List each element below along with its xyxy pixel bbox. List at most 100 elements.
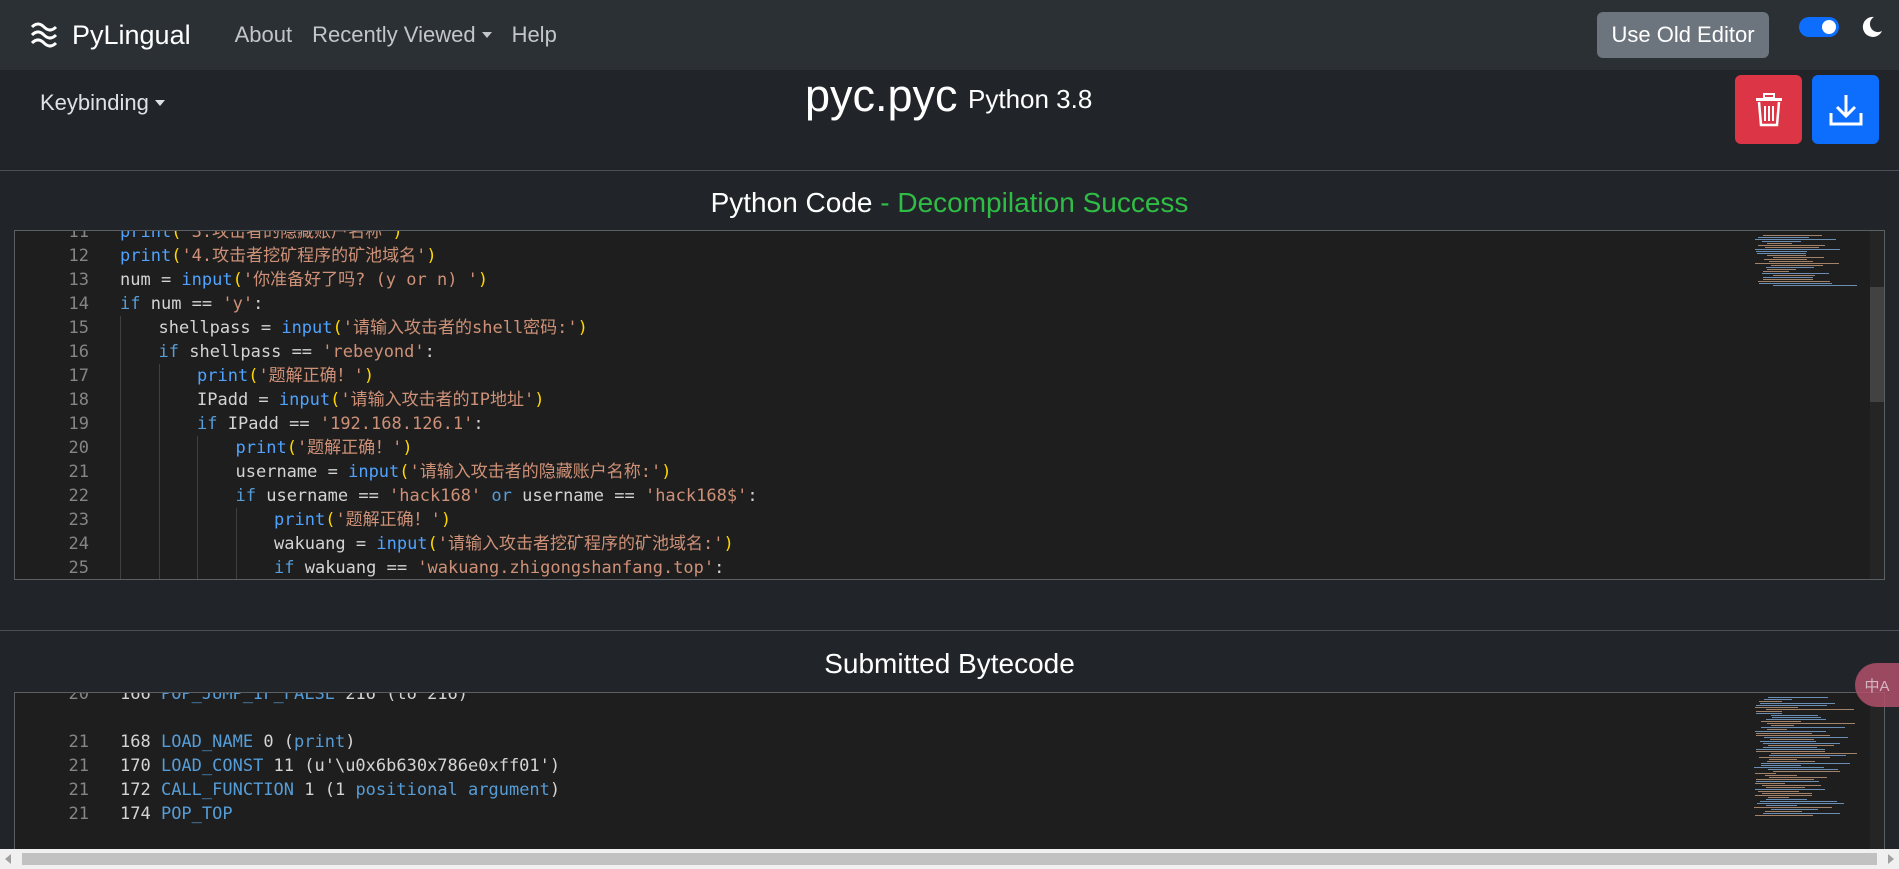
minimap-line	[1756, 781, 1819, 782]
minimap-line	[1767, 729, 1787, 730]
bytecode-vertical-scrollbar[interactable]	[1870, 693, 1884, 849]
python-code-editor[interactable]: 11 print('3.攻击者的隐藏账户名称') 12 print('4.攻击者挖矿程…	[14, 230, 1885, 580]
minimap-line	[1766, 799, 1807, 800]
minimap-line	[1762, 241, 1801, 242]
dark-mode-toggle[interactable]	[1799, 17, 1839, 37]
minimap-line	[1755, 783, 1785, 784]
minimap-line	[1758, 245, 1825, 246]
minimap-line	[1755, 263, 1839, 264]
code-text: if num == 'y':	[120, 292, 263, 316]
minimap-line	[1764, 259, 1807, 260]
keybinding-dropdown[interactable]: Keybinding	[40, 90, 165, 116]
indent-guide	[197, 532, 198, 556]
code-token: )	[577, 318, 588, 338]
page-scroll-thumb[interactable]	[22, 853, 1877, 865]
minimap-line	[1773, 771, 1840, 772]
minimap-line	[1755, 731, 1826, 732]
use-old-editor-button[interactable]: Use Old Editor	[1597, 12, 1769, 58]
code-token: (	[286, 438, 297, 458]
line-number: 15	[68, 318, 89, 338]
line-number: 20	[68, 692, 89, 704]
minimap-line	[1755, 789, 1825, 790]
download-icon	[1829, 94, 1862, 125]
minimap-line	[1762, 785, 1821, 786]
page-horizontal-scrollbar[interactable]	[0, 849, 1899, 869]
code-line: 19 if IPadd == '192.168.126.1':	[15, 412, 1735, 436]
code-token: if	[158, 342, 179, 362]
minimap-line	[1758, 237, 1809, 238]
code-text: 168 LOAD_NAME 0 (print)	[120, 730, 355, 754]
code-token: )	[723, 534, 734, 554]
code-line: 17 print('题解正确！')	[15, 364, 1735, 388]
code-text: 166 POP_JUMP_IF_FALSE 216 (to 216)	[120, 692, 468, 706]
scroll-right-arrow-icon[interactable]	[1888, 854, 1894, 864]
brand-link[interactable]: PyLingual	[26, 17, 191, 53]
code-text: shellpass = input('请输入攻击者的shell密码:')	[159, 316, 588, 340]
minimap-line	[1765, 775, 1797, 776]
delete-button[interactable]	[1735, 75, 1802, 144]
indent-guide	[235, 508, 237, 532]
bytecode-minimap[interactable]	[1750, 693, 1860, 849]
scroll-left-arrow-icon[interactable]	[5, 854, 11, 864]
code-token: POP_JUMP_IF_FALSE	[160, 692, 335, 704]
indent-guide	[197, 436, 198, 460]
code-line: 20 166 POP_JUMP_IF_FALSE 216 (to 216)	[15, 692, 1735, 706]
file-name: pyc.pyc	[805, 70, 958, 121]
code-line: 24 wakuang = input('请输入攻击者挖矿程序的矿池域名:')	[15, 532, 1735, 556]
code-token: if	[235, 486, 256, 506]
line-number: 11	[68, 230, 89, 242]
minimap-line	[1769, 759, 1797, 760]
minimap-line	[1756, 735, 1830, 736]
minimap-line	[1761, 763, 1850, 764]
minimap-line	[1763, 743, 1840, 744]
minimap-line	[1755, 239, 1836, 240]
code-token: )	[345, 732, 356, 752]
line-number: 13	[68, 270, 89, 290]
code-token: or	[481, 486, 512, 506]
code-token: )	[549, 780, 561, 800]
nav-recently-viewed[interactable]: Recently Viewed	[312, 22, 492, 48]
indent-guide	[120, 388, 121, 412]
nav-help[interactable]: Help	[512, 22, 557, 48]
code-line: 23 print('题解正确！')	[15, 508, 1735, 532]
indent-guide	[120, 508, 121, 532]
minimap-line	[1754, 807, 1832, 808]
code-line: 14 if num == 'y':	[15, 292, 1735, 316]
minimap-line	[1757, 803, 1844, 804]
code-text: wakuang = input('请输入攻击者挖矿程序的矿池域名:')	[274, 532, 734, 556]
minimap-line	[1755, 795, 1812, 796]
minimap-line	[1767, 269, 1796, 270]
nav-help-label: Help	[511, 22, 557, 47]
minimap-line	[1763, 277, 1813, 278]
line-number: 20	[68, 438, 89, 458]
minimap-line	[1766, 805, 1797, 806]
code-token: input	[348, 462, 400, 482]
minimap-line	[1773, 285, 1857, 286]
code-token: '192.168.126.1'	[319, 414, 474, 434]
code-token: wakuang ==	[294, 558, 418, 578]
bytecode-editor[interactable]: 20 166 POP_JUMP_IF_FALSE 216 (to 216) 21 16…	[14, 692, 1885, 849]
translate-icon[interactable]: 中A	[1855, 663, 1899, 707]
code-token: print	[294, 732, 346, 752]
code-vertical-scrollbar[interactable]	[1870, 231, 1884, 579]
code-text: num = input('你准备好了吗? (y or n) ')	[120, 268, 488, 292]
python-code-title: Python Code	[710, 187, 873, 218]
code-token: )	[534, 390, 545, 410]
code-line: 12 print('4.攻击者挖矿程序的矿池域名')	[15, 244, 1735, 268]
code-minimap[interactable]	[1750, 231, 1860, 579]
minimap-line	[1768, 769, 1838, 770]
indent-guide	[197, 508, 198, 532]
code-token: '你准备好了吗? (y or n) '	[242, 270, 478, 290]
code-token: shellpass ==	[178, 342, 323, 362]
code-token: 11 (u'\u0x6b630x786e0xff01')	[263, 756, 561, 776]
code-token: print	[197, 366, 249, 386]
indent-guide	[235, 532, 237, 556]
code-scroll-thumb[interactable]	[1870, 287, 1884, 402]
code-token: '题解正确！'	[296, 438, 403, 458]
code-text: 174 POP_TOP	[120, 802, 233, 826]
download-button[interactable]	[1812, 75, 1879, 144]
nav-about[interactable]: About	[235, 22, 293, 48]
indent-guide	[158, 532, 160, 556]
code-token: )	[402, 438, 413, 458]
line-number: 18	[68, 390, 89, 410]
